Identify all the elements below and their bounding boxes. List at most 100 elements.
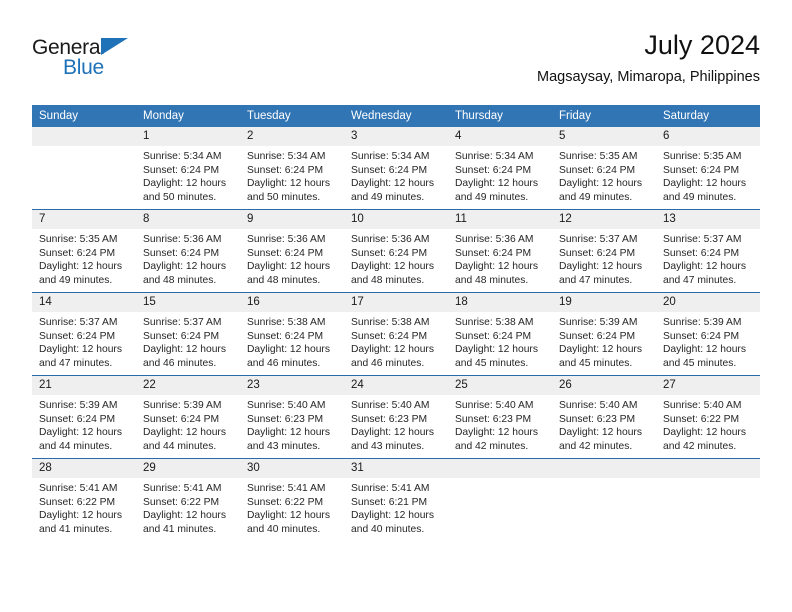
day-number <box>656 459 760 478</box>
sunset-text: Sunset: 6:22 PM <box>663 413 740 425</box>
day-cell: 14 Sunrise: 5:37 AM Sunset: 6:24 PM Dayligh… <box>32 293 136 375</box>
calendar-day-cell[interactable]: 20 Sunrise: 5:39 AM Sunset: 6:24 PM Dayligh… <box>656 292 760 376</box>
calendar-day-cell[interactable]: 29 Sunrise: 5:41 AM Sunset: 6:22 PM Dayligh… <box>136 458 240 541</box>
daylight-text-line1: Daylight: 12 hours <box>351 344 434 356</box>
calendar-day-cell[interactable]: 23 Sunrise: 5:40 AM Sunset: 6:23 PM Dayligh… <box>240 375 344 459</box>
day-cell: 19 Sunrise: 5:39 AM Sunset: 6:24 PM Dayligh… <box>552 293 656 375</box>
calendar-day-cell[interactable]: 22 Sunrise: 5:39 AM Sunset: 6:24 PM Dayligh… <box>136 375 240 459</box>
day-number: 18 <box>448 293 552 312</box>
calendar-day-cell[interactable]: 24 Sunrise: 5:40 AM Sunset: 6:23 PM Dayligh… <box>344 375 448 459</box>
day-details: Sunrise: 5:35 AM Sunset: 6:24 PM Daylight:… <box>552 146 656 204</box>
sunrise-text: Sunrise: 5:38 AM <box>247 317 326 328</box>
calendar-day-cell[interactable]: 30 Sunrise: 5:41 AM Sunset: 6:22 PM Dayligh… <box>240 458 344 541</box>
sunrise-text: Sunrise: 5:38 AM <box>455 317 534 328</box>
daylight-text-line2: and 42 minutes. <box>663 440 737 452</box>
daylight-text-line1: Daylight: 12 hours <box>455 261 538 273</box>
calendar-day-cell[interactable] <box>656 458 760 541</box>
calendar-day-cell[interactable]: 25 Sunrise: 5:40 AM Sunset: 6:23 PM Dayligh… <box>448 375 552 459</box>
daylight-text-line1: Daylight: 12 hours <box>455 427 538 439</box>
day-cell: 26 Sunrise: 5:40 AM Sunset: 6:23 PM Dayligh… <box>552 376 656 458</box>
sunset-text: Sunset: 6:23 PM <box>247 413 324 425</box>
calendar-day-cell[interactable]: 7 Sunrise: 5:35 AM Sunset: 6:24 PM Daylight… <box>32 209 136 293</box>
day-cell: 15 Sunrise: 5:37 AM Sunset: 6:24 PM Dayligh… <box>136 293 240 375</box>
day-details: Sunrise: 5:40 AM Sunset: 6:23 PM Daylight:… <box>344 395 448 453</box>
daylight-text-line2: and 43 minutes. <box>351 440 425 452</box>
calendar-day-cell[interactable]: 12 Sunrise: 5:37 AM Sunset: 6:24 PM Dayligh… <box>552 209 656 293</box>
calendar-day-cell[interactable]: 1 Sunrise: 5:34 AM Sunset: 6:24 PM Daylight… <box>136 127 240 210</box>
sunrise-text: Sunrise: 5:40 AM <box>455 400 534 411</box>
calendar-day-cell[interactable] <box>32 127 136 210</box>
sunrise-text: Sunrise: 5:41 AM <box>143 483 222 494</box>
calendar-day-cell[interactable]: 13 Sunrise: 5:37 AM Sunset: 6:24 PM Dayligh… <box>656 209 760 293</box>
logo-triangle-icon <box>101 38 128 55</box>
calendar-day-cell[interactable]: 17 Sunrise: 5:38 AM Sunset: 6:24 PM Dayligh… <box>344 292 448 376</box>
sunrise-text: Sunrise: 5:41 AM <box>247 483 326 494</box>
day-details: Sunrise: 5:40 AM Sunset: 6:23 PM Daylight:… <box>448 395 552 453</box>
sunrise-text: Sunrise: 5:39 AM <box>559 317 638 328</box>
calendar-day-cell[interactable]: 3 Sunrise: 5:34 AM Sunset: 6:24 PM Daylight… <box>344 127 448 210</box>
sunset-text: Sunset: 6:24 PM <box>663 164 740 176</box>
sunrise-text: Sunrise: 5:37 AM <box>143 317 222 328</box>
sunrise-text: Sunrise: 5:34 AM <box>455 151 534 162</box>
daylight-text-line1: Daylight: 12 hours <box>247 344 330 356</box>
generalblue-logo[interactable]: General Blue <box>32 36 182 88</box>
calendar-day-cell[interactable]: 15 Sunrise: 5:37 AM Sunset: 6:24 PM Dayligh… <box>136 292 240 376</box>
day-number: 9 <box>240 210 344 229</box>
calendar-day-cell[interactable]: 10 Sunrise: 5:36 AM Sunset: 6:24 PM Dayligh… <box>344 209 448 293</box>
weekday-header-thursday: Thursday <box>448 105 552 127</box>
day-number: 23 <box>240 376 344 395</box>
day-details: Sunrise: 5:41 AM Sunset: 6:22 PM Daylight:… <box>32 478 136 536</box>
day-number: 19 <box>552 293 656 312</box>
calendar-day-cell[interactable]: 16 Sunrise: 5:38 AM Sunset: 6:24 PM Dayligh… <box>240 292 344 376</box>
day-details: Sunrise: 5:40 AM Sunset: 6:23 PM Daylight:… <box>552 395 656 453</box>
calendar-day-cell[interactable]: 19 Sunrise: 5:39 AM Sunset: 6:24 PM Dayligh… <box>552 292 656 376</box>
calendar-day-cell[interactable]: 9 Sunrise: 5:36 AM Sunset: 6:24 PM Daylight… <box>240 209 344 293</box>
daylight-text-line1: Daylight: 12 hours <box>351 510 434 522</box>
calendar-day-cell[interactable]: 26 Sunrise: 5:40 AM Sunset: 6:23 PM Dayligh… <box>552 375 656 459</box>
calendar-day-cell[interactable]: 21 Sunrise: 5:39 AM Sunset: 6:24 PM Dayligh… <box>32 375 136 459</box>
calendar-day-cell[interactable]: 5 Sunrise: 5:35 AM Sunset: 6:24 PM Daylight… <box>552 127 656 210</box>
sunset-text: Sunset: 6:24 PM <box>247 330 324 342</box>
day-number: 31 <box>344 459 448 478</box>
day-cell: 7 Sunrise: 5:35 AM Sunset: 6:24 PM Daylight… <box>32 210 136 292</box>
sunset-text: Sunset: 6:24 PM <box>143 164 220 176</box>
calendar-day-cell[interactable]: 11 Sunrise: 5:36 AM Sunset: 6:24 PM Dayligh… <box>448 209 552 293</box>
calendar-day-cell[interactable] <box>552 458 656 541</box>
day-details: Sunrise: 5:38 AM Sunset: 6:24 PM Daylight:… <box>240 312 344 370</box>
sunrise-text: Sunrise: 5:40 AM <box>247 400 326 411</box>
calendar-day-cell[interactable]: 31 Sunrise: 5:41 AM Sunset: 6:21 PM Dayligh… <box>344 458 448 541</box>
daylight-text-line1: Daylight: 12 hours <box>559 178 642 190</box>
calendar-day-cell[interactable]: 6 Sunrise: 5:35 AM Sunset: 6:24 PM Daylight… <box>656 127 760 210</box>
daylight-text-line1: Daylight: 12 hours <box>143 178 226 190</box>
day-number: 30 <box>240 459 344 478</box>
calendar-day-cell[interactable]: 14 Sunrise: 5:37 AM Sunset: 6:24 PM Dayligh… <box>32 292 136 376</box>
day-number: 2 <box>240 127 344 146</box>
day-cell: 27 Sunrise: 5:40 AM Sunset: 6:22 PM Dayligh… <box>656 376 760 458</box>
day-cell: 16 Sunrise: 5:38 AM Sunset: 6:24 PM Dayligh… <box>240 293 344 375</box>
day-number <box>448 459 552 478</box>
calendar-day-cell[interactable]: 2 Sunrise: 5:34 AM Sunset: 6:24 PM Daylight… <box>240 127 344 210</box>
sunrise-text: Sunrise: 5:38 AM <box>351 317 430 328</box>
calendar-week-row: 21 Sunrise: 5:39 AM Sunset: 6:24 PM Dayligh… <box>32 375 760 459</box>
daylight-text-line1: Daylight: 12 hours <box>559 427 642 439</box>
calendar-day-cell[interactable]: 18 Sunrise: 5:38 AM Sunset: 6:24 PM Dayligh… <box>448 292 552 376</box>
sunrise-text: Sunrise: 5:34 AM <box>247 151 326 162</box>
title-block: July 2024 Magsaysay, Mimaropa, Philippin… <box>537 28 760 88</box>
daylight-text-line1: Daylight: 12 hours <box>143 261 226 273</box>
sunrise-text: Sunrise: 5:41 AM <box>39 483 118 494</box>
day-details: Sunrise: 5:39 AM Sunset: 6:24 PM Daylight:… <box>656 312 760 370</box>
daylight-text-line1: Daylight: 12 hours <box>247 510 330 522</box>
calendar-day-cell[interactable] <box>448 458 552 541</box>
calendar-day-cell[interactable]: 4 Sunrise: 5:34 AM Sunset: 6:24 PM Daylight… <box>448 127 552 210</box>
daylight-text-line1: Daylight: 12 hours <box>455 178 538 190</box>
day-number: 11 <box>448 210 552 229</box>
day-cell: 3 Sunrise: 5:34 AM Sunset: 6:24 PM Daylight… <box>344 127 448 209</box>
calendar-day-cell[interactable]: 28 Sunrise: 5:41 AM Sunset: 6:22 PM Dayligh… <box>32 458 136 541</box>
calendar-day-cell[interactable]: 8 Sunrise: 5:36 AM Sunset: 6:24 PM Daylight… <box>136 209 240 293</box>
sunset-text: Sunset: 6:24 PM <box>39 330 116 342</box>
day-number: 25 <box>448 376 552 395</box>
day-number: 3 <box>344 127 448 146</box>
calendar-day-cell[interactable]: 27 Sunrise: 5:40 AM Sunset: 6:22 PM Dayligh… <box>656 375 760 459</box>
daylight-text-line2: and 50 minutes. <box>247 191 321 203</box>
daylight-text-line2: and 48 minutes. <box>143 274 217 286</box>
